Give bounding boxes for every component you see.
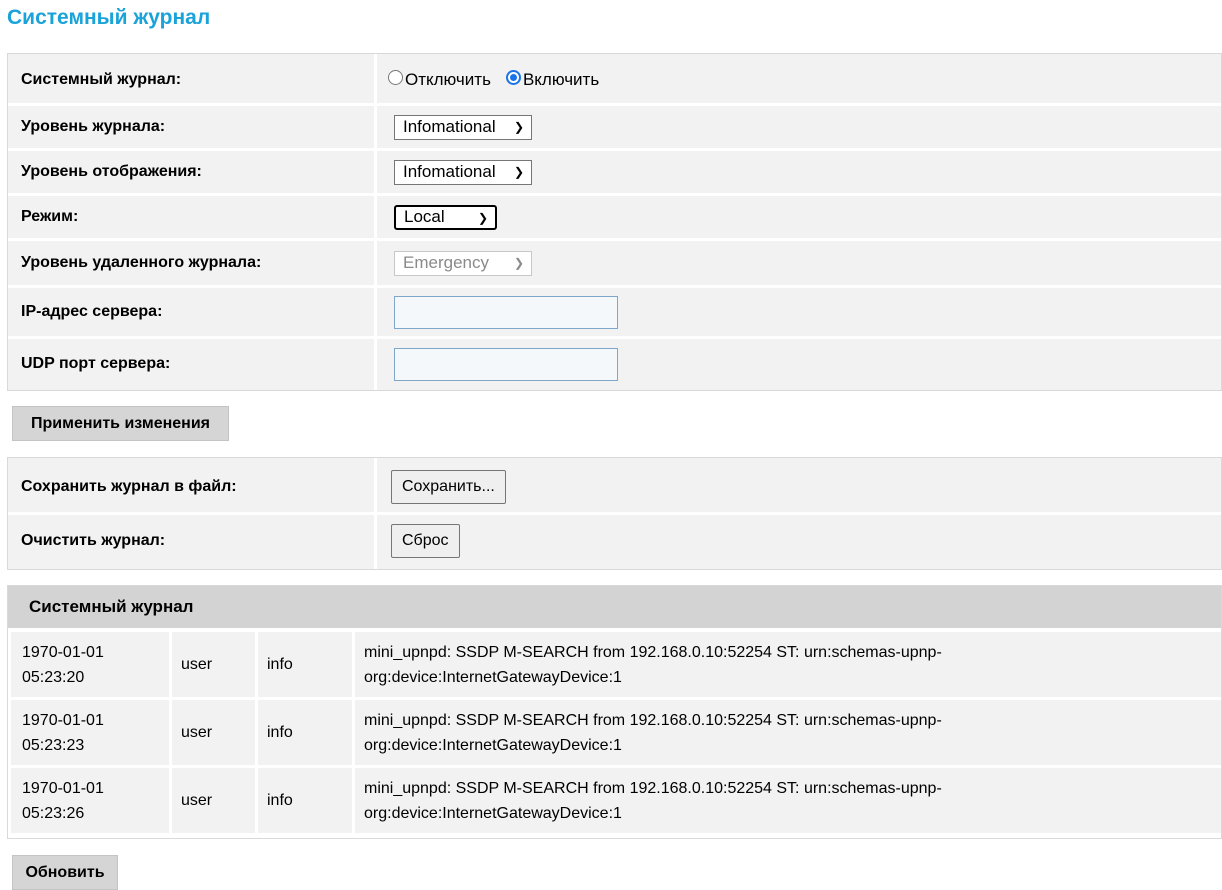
display-level-label: Уровень отображения: xyxy=(11,151,374,193)
remote-level-select-value: Emergency xyxy=(403,253,489,272)
log-date: 1970-01-01 xyxy=(22,711,104,729)
log-level-label: Уровень журнала: xyxy=(11,106,374,148)
log-table-header: Системный журнал xyxy=(8,586,1221,628)
radio-enable-label[interactable]: Включить xyxy=(523,70,599,90)
log-level: info xyxy=(258,768,352,833)
log-time: 05:23:26 xyxy=(22,804,85,822)
mode-row: Режим: Local ❯ xyxy=(11,196,1221,238)
udp-port-row: UDP порт сервера: xyxy=(11,339,1221,389)
display-level-row: Уровень отображения: Infomational ❯ xyxy=(11,151,1221,193)
log-level: info xyxy=(258,632,352,697)
column-separator xyxy=(374,54,377,390)
log-level-row: Уровень журнала: Infomational ❯ xyxy=(11,106,1221,148)
radio-disable[interactable] xyxy=(388,69,403,85)
display-level-select[interactable]: Infomational ❯ xyxy=(394,159,532,185)
mode-select-value: Local xyxy=(404,207,445,226)
save-log-value-cell: Сохранить... xyxy=(378,461,1221,512)
log-time: 05:23:23 xyxy=(22,736,85,754)
clear-log-row: Очистить журнал: Сброс xyxy=(11,515,1221,566)
syslog-settings-panel: Системный журнал: Отключить Включить Уро… xyxy=(7,53,1222,391)
udp-port-input[interactable] xyxy=(394,347,618,381)
reset-button[interactable]: Сброс xyxy=(391,523,460,558)
log-time: 05:23:20 xyxy=(22,668,85,686)
radio-enable[interactable] xyxy=(505,69,521,85)
refresh-button[interactable]: Обновить xyxy=(12,855,118,890)
save-log-label: Сохранить журнал в файл: xyxy=(11,461,374,512)
display-level-value-cell: Infomational ❯ xyxy=(378,151,1221,193)
log-message: mini_upnpd: SSDP M-SEARCH from 192.168.0… xyxy=(355,700,1221,765)
apply-changes-button[interactable]: Применить изменения xyxy=(12,406,229,441)
log-level-value-cell: Infomational ❯ xyxy=(378,106,1221,148)
table-row: 1970-01-01 05:23:26 user info mini_upnpd:… xyxy=(11,768,1221,833)
remote-level-select: Emergency ❯ xyxy=(394,250,532,276)
syslog-enable-row: Системный журнал: Отключить Включить xyxy=(11,57,1221,103)
log-timestamp: 1970-01-01 05:23:26 xyxy=(11,768,169,833)
log-facility: user xyxy=(172,700,255,765)
chevron-down-icon: ❯ xyxy=(513,164,524,179)
log-message: mini_upnpd: SSDP M-SEARCH from 192.168.0… xyxy=(355,632,1221,697)
chevron-down-icon: ❯ xyxy=(513,255,524,270)
save-log-row: Сохранить журнал в файл: Сохранить... xyxy=(11,461,1221,512)
log-facility: user xyxy=(172,632,255,697)
log-date: 1970-01-01 xyxy=(22,779,104,797)
server-ip-row: IP-адрес сервера: xyxy=(11,288,1221,336)
page-title: Системный журнал xyxy=(7,6,211,29)
server-ip-value-cell xyxy=(378,288,1221,336)
syslog-label: Системный журнал: xyxy=(11,57,374,103)
syslog-enable-value: Отключить Включить xyxy=(378,57,1221,103)
mode-label: Режим: xyxy=(11,196,374,238)
remote-level-value-cell: Emergency ❯ xyxy=(378,241,1221,285)
log-level: info xyxy=(258,700,352,765)
table-row: 1970-01-01 05:23:20 user info mini_upnpd:… xyxy=(11,632,1221,697)
remote-level-row: Уровень удаленного журнала: Emergency ❯ xyxy=(11,241,1221,285)
server-ip-label: IP-адрес сервера: xyxy=(11,288,374,336)
clear-log-label: Очистить журнал: xyxy=(11,515,374,566)
remote-level-label: Уровень удаленного журнала: xyxy=(11,241,374,285)
system-log-table: Системный журнал 1970-01-01 05:23:20 user… xyxy=(7,585,1222,839)
save-button[interactable]: Сохранить... xyxy=(391,469,506,504)
mode-select[interactable]: Local ❯ xyxy=(394,204,497,230)
file-actions-panel: Сохранить журнал в файл: Сохранить... Оч… xyxy=(7,457,1222,570)
clear-log-value-cell: Сброс xyxy=(378,515,1221,566)
log-date: 1970-01-01 xyxy=(22,643,104,661)
log-level-select[interactable]: Infomational ❯ xyxy=(394,114,532,140)
radio-disable-label[interactable]: Отключить xyxy=(405,70,491,90)
chevron-down-icon: ❯ xyxy=(477,210,488,225)
log-timestamp: 1970-01-01 05:23:20 xyxy=(11,632,169,697)
log-timestamp: 1970-01-01 05:23:23 xyxy=(11,700,169,765)
table-row: 1970-01-01 05:23:23 user info mini_upnpd:… xyxy=(11,700,1221,765)
mode-value-cell: Local ❯ xyxy=(378,196,1221,238)
server-ip-input[interactable] xyxy=(394,295,618,329)
udp-port-value-cell xyxy=(378,339,1221,389)
column-separator xyxy=(374,458,377,569)
udp-port-label: UDP порт сервера: xyxy=(11,339,374,389)
display-level-select-value: Infomational xyxy=(403,162,496,181)
log-message: mini_upnpd: SSDP M-SEARCH from 192.168.0… xyxy=(355,768,1221,833)
log-level-select-value: Infomational xyxy=(403,117,496,136)
log-facility: user xyxy=(172,768,255,833)
chevron-down-icon: ❯ xyxy=(513,119,524,134)
syslog-radio-group: Отключить Включить xyxy=(388,69,614,90)
